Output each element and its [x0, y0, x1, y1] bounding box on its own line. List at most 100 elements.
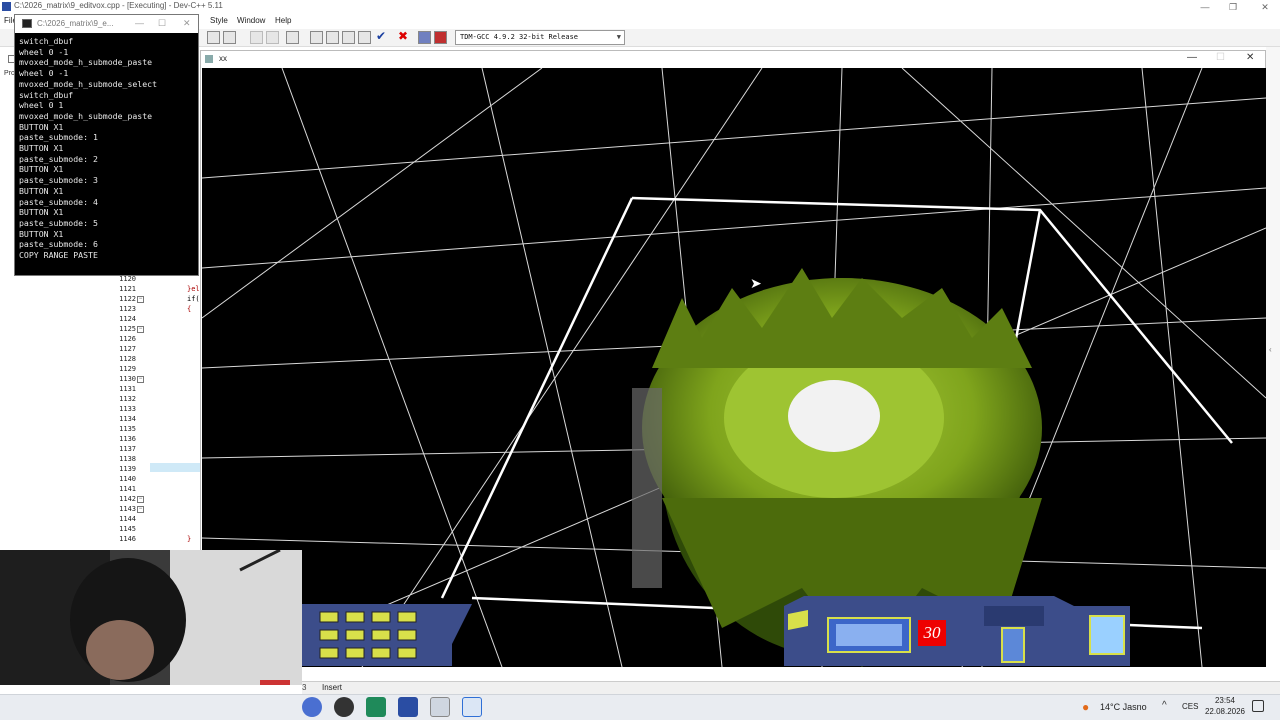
line-number: 1132	[119, 395, 136, 403]
current-line-highlight	[150, 463, 200, 472]
ide-window-title: C:\2026_matrix\9_editvox.cpp - [Executin…	[14, 1, 223, 10]
fold-toggle-icon[interactable]: −	[137, 376, 144, 383]
game-window: xx — ☐ ✕	[200, 50, 1266, 667]
minimize-icon[interactable]: —	[135, 18, 144, 28]
console-output: switch_dbuf wheel 0 -1 mvoxed_mode_h_sub…	[19, 36, 158, 261]
line-number: 1133	[119, 405, 136, 413]
line-number: 1134	[119, 415, 136, 423]
clock-date[interactable]: 22.08.2026	[1202, 707, 1248, 716]
restore-icon[interactable]: ❐	[1218, 0, 1248, 15]
close-icon[interactable]: ✕	[1246, 52, 1254, 63]
line-number: 1135	[119, 425, 136, 433]
toolbar-button[interactable]	[286, 31, 299, 44]
maximize-icon[interactable]: ☐	[1216, 52, 1225, 63]
line-number: 1131	[119, 385, 136, 393]
menu-style[interactable]: Style	[210, 16, 228, 25]
clock-time[interactable]: 23:54	[1205, 696, 1245, 705]
hud-right-panel[interactable]	[784, 596, 1130, 666]
webcam-overlay	[0, 550, 302, 685]
status-insert-mode: Insert	[322, 683, 343, 692]
grid-icon[interactable]	[310, 31, 323, 44]
game-titlebar	[201, 51, 1265, 67]
fold-toggle-icon[interactable]: −	[137, 506, 144, 513]
line-number: 1122	[119, 295, 136, 303]
mouse-cursor-icon: ➤	[750, 275, 762, 291]
line-number: 1123	[119, 305, 136, 313]
code-fragment[interactable]: }el	[187, 285, 200, 293]
code-fragment[interactable]: if(	[187, 295, 200, 303]
code-fragment[interactable]: {	[187, 305, 191, 313]
code-fragment[interactable]: }	[187, 535, 191, 543]
devcpp-taskbar-icon[interactable]	[398, 697, 418, 717]
compiler-select-value: TDM-GCC 4.9.2 32-bit Release	[460, 33, 579, 41]
compiler-select[interactable]: TDM-GCC 4.9.2 32-bit Release ▼	[455, 30, 625, 45]
line-number: 1120	[119, 275, 136, 283]
app-icon	[205, 55, 213, 63]
line-number: 1137	[119, 445, 136, 453]
app-icon[interactable]	[366, 697, 386, 717]
menu-help[interactable]: Help	[275, 16, 291, 25]
toolbar-button[interactable]	[223, 31, 236, 44]
stop-icon[interactable]: ✖	[398, 29, 408, 43]
devcpp-icon	[2, 2, 11, 11]
console-window[interactable]: C:\2026_matrix\9_e... — ☐ ✕ switch_dbuf …	[14, 14, 199, 276]
voxel-scene[interactable]	[202, 68, 1266, 667]
notification-icon[interactable]	[1252, 700, 1264, 712]
console-icon	[22, 19, 32, 28]
maximize-icon[interactable]: ☐	[158, 18, 166, 29]
browser-icon[interactable]	[302, 697, 322, 717]
scrollbar-thumb[interactable]: ‹	[1269, 345, 1277, 354]
status-bar	[302, 681, 1280, 694]
fold-toggle-icon[interactable]: −	[137, 296, 144, 303]
line-number: 1141	[119, 485, 136, 493]
console-window-title: C:\2026_matrix\9_e...	[37, 19, 114, 28]
grid-icon[interactable]	[358, 31, 371, 44]
line-number: 1145	[119, 525, 136, 533]
minimize-icon[interactable]: —	[1190, 0, 1220, 15]
grid-icon[interactable]	[326, 31, 339, 44]
chart-icon[interactable]	[418, 31, 431, 44]
fold-toggle-icon[interactable]: −	[137, 326, 144, 333]
language-indicator[interactable]: CES	[1182, 702, 1198, 711]
line-number: 1126	[119, 335, 136, 343]
console-taskbar-icon[interactable]	[430, 697, 450, 717]
minimize-icon[interactable]: —	[1187, 52, 1197, 63]
line-number: 1128	[119, 355, 136, 363]
chevron-down-icon: ▼	[616, 33, 621, 41]
line-number: 1142	[119, 495, 136, 503]
check-icon[interactable]: ✔	[376, 29, 386, 43]
line-number: 1130	[119, 375, 136, 383]
line-number: 1140	[119, 475, 136, 483]
weather-icon[interactable]: ●	[1082, 700, 1089, 714]
line-number: 1124	[119, 315, 136, 323]
line-number: 1136	[119, 435, 136, 443]
line-number: 1143	[119, 505, 136, 513]
obs-icon[interactable]	[334, 697, 354, 717]
line-number: 1125	[119, 325, 136, 333]
hud-counter: 30	[918, 620, 946, 646]
toolbar-button[interactable]	[207, 31, 220, 44]
game-window-title: xx	[219, 54, 227, 63]
forward-icon[interactable]	[266, 31, 279, 44]
line-number: 1129	[119, 365, 136, 373]
fold-toggle-icon[interactable]: −	[137, 496, 144, 503]
back-icon[interactable]	[250, 31, 263, 44]
chevron-up-icon[interactable]: ^	[1162, 700, 1167, 711]
line-number: 1121	[119, 285, 136, 293]
grey-slab	[632, 388, 662, 588]
window-taskbar-icon[interactable]	[462, 697, 482, 717]
debug-icon[interactable]	[434, 31, 447, 44]
weather-text[interactable]: 14°C Jasno	[1100, 702, 1147, 712]
line-number: 1139	[119, 465, 136, 473]
close-icon[interactable]: ✕	[1250, 0, 1280, 15]
hud-left-panel[interactable]	[302, 604, 472, 666]
menu-window[interactable]: Window	[237, 16, 265, 25]
line-number: 1144	[119, 515, 136, 523]
status-line-number: 3	[302, 683, 307, 692]
line-number: 1138	[119, 455, 136, 463]
close-icon[interactable]: ✕	[183, 18, 191, 29]
editor-scrollbar[interactable]: ‹	[1266, 47, 1280, 550]
grid-icon[interactable]	[342, 31, 355, 44]
line-number: 1146	[119, 535, 136, 543]
3d-viewport[interactable]	[202, 68, 1266, 667]
